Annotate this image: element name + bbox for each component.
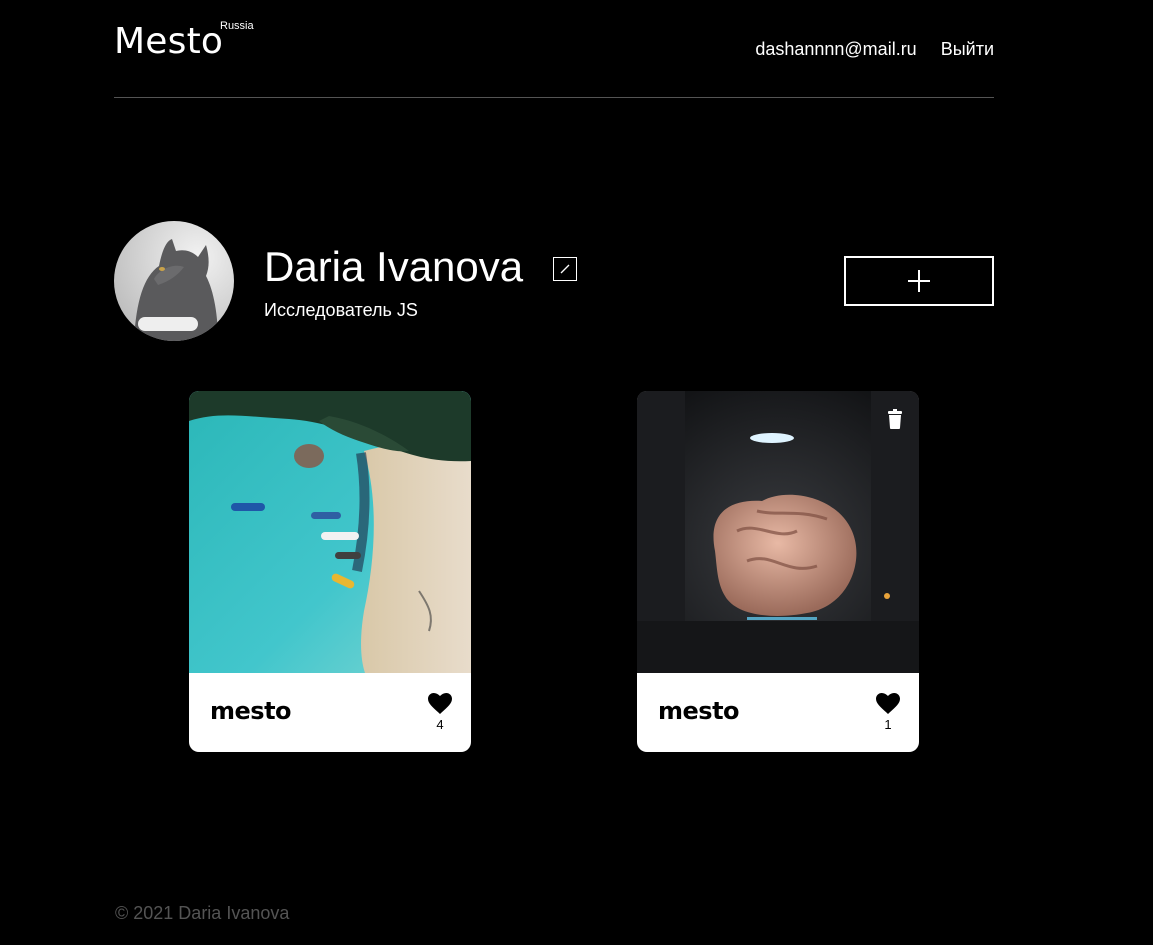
profile-name: Daria Ivanova <box>264 243 524 290</box>
like-count: 4 <box>436 717 444 732</box>
like-count: 1 <box>884 717 892 732</box>
logo-text: Mesto <box>114 21 224 62</box>
user-email: dashannnn@mail.ru <box>755 39 917 59</box>
like-group: 1 <box>876 693 900 733</box>
add-card-button[interactable] <box>844 256 994 306</box>
card-image-brain[interactable] <box>637 391 919 673</box>
card-title: mesto <box>210 697 292 725</box>
profile: Daria Ivanova Исследователь JS <box>114 221 994 341</box>
like-group: 4 <box>428 693 452 733</box>
footer-copyright: © 2021 Daria Ivanova <box>115 903 290 923</box>
footer: © 2021 Daria Ivanova <box>115 902 289 924</box>
profile-about: Исследователь JS <box>264 300 418 320</box>
logo-region: Russia <box>220 20 254 32</box>
plus-icon <box>908 270 930 292</box>
logout-link[interactable]: Выйти <box>941 38 994 60</box>
logo[interactable]: Mesto <box>114 22 223 62</box>
card-title: mesto <box>658 697 740 725</box>
card: mesto 1 <box>637 391 919 752</box>
pencil-icon <box>560 264 570 274</box>
card: mesto 4 <box>189 391 471 752</box>
edit-profile-button[interactable] <box>553 257 577 281</box>
heart-icon[interactable] <box>428 693 452 714</box>
heart-icon[interactable] <box>876 693 900 714</box>
avatar[interactable] <box>114 221 234 341</box>
trash-icon[interactable] <box>885 409 905 429</box>
header: Mesto Russia dashannnn@mail.ru Выйти <box>114 0 994 98</box>
card-image-beach[interactable] <box>189 391 471 673</box>
header-nav: dashannnn@mail.ru Выйти <box>755 38 994 60</box>
